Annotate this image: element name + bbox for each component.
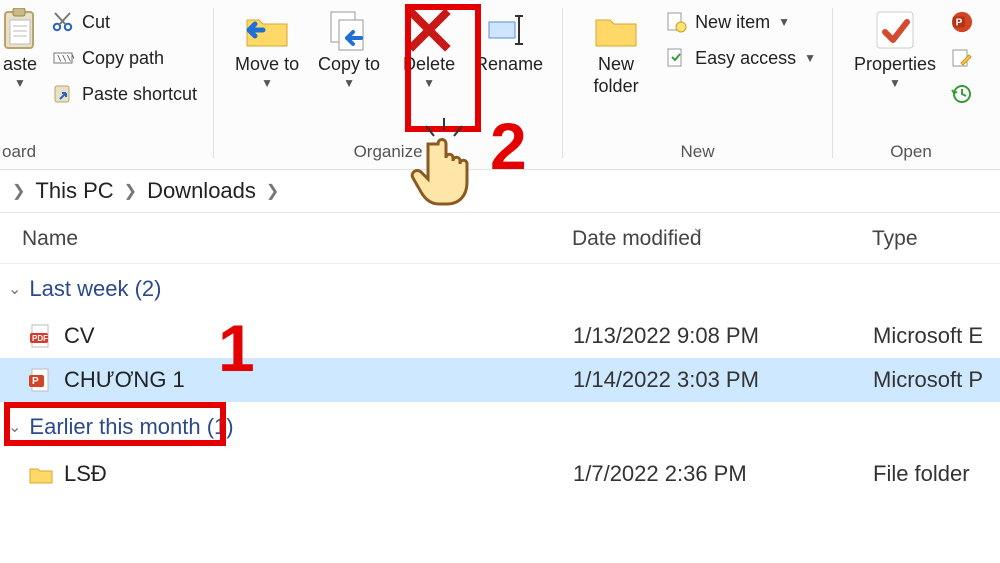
rename-label: Rename — [475, 54, 543, 76]
new-group-label: New — [575, 140, 820, 164]
col-name[interactable]: Name — [22, 227, 572, 251]
separator — [213, 8, 214, 158]
properties-button[interactable]: Properties ▼ — [845, 0, 945, 90]
svg-text:PDF: PDF — [32, 334, 48, 343]
copy-to-icon — [325, 6, 373, 54]
file-row[interactable]: LSĐ 1/7/2022 2:36 PM File folder — [0, 452, 1000, 496]
file-date: 1/13/2022 9:08 PM — [573, 323, 873, 349]
move-to-icon — [243, 6, 291, 54]
separator — [562, 8, 563, 158]
paste-shortcut-label: Paste shortcut — [82, 84, 197, 105]
properties-icon — [871, 6, 919, 54]
ribbon-group-organize: Move to ▼ Copy to ▼ Delete ▼ — [220, 0, 556, 169]
file-name: CHƯƠNG 1 — [64, 367, 185, 393]
pdf-icon: PDF — [28, 323, 54, 349]
file-row[interactable]: PDF CV 1/13/2022 9:08 PM Microsoft E — [0, 314, 1000, 358]
file-type: Microsoft E — [873, 323, 1000, 349]
crumb-downloads[interactable]: Downloads — [147, 178, 256, 204]
ppt-icon: P — [28, 367, 54, 393]
svg-text:\\\\..: \\\\.. — [57, 54, 74, 63]
svg-text:P: P — [32, 376, 39, 387]
folder-icon — [592, 6, 640, 54]
organize-group-label: Organize — [226, 140, 550, 164]
file-name: LSĐ — [64, 461, 107, 487]
folder-icon — [28, 461, 54, 487]
file-row[interactable]: P CHƯƠNG 1 1/14/2022 3:03 PM Microsoft P — [0, 358, 1000, 402]
paste-button[interactable]: aste ▼ — [0, 0, 40, 90]
file-date: 1/14/2022 3:03 PM — [573, 367, 873, 393]
chevron-down-icon: ⌄ — [8, 417, 21, 437]
chevron-down-icon: ▼ — [778, 15, 790, 29]
column-header: Name Date modified ⌄ Type — [0, 213, 1000, 264]
new-folder-button[interactable]: New folder — [575, 0, 657, 97]
group-label: Earlier this month (1) — [29, 414, 233, 440]
copy-to-button[interactable]: Copy to ▼ — [308, 0, 390, 90]
col-date[interactable]: Date modified ⌄ — [572, 227, 872, 251]
file-type: File folder — [873, 461, 1000, 487]
new-item-icon — [665, 11, 687, 33]
chevron-down-icon: ⌄ — [8, 279, 21, 299]
chevron-down-icon: ▼ — [804, 51, 816, 65]
file-date: 1/7/2022 2:36 PM — [573, 461, 873, 487]
chevron-right-icon: ❯ — [12, 181, 25, 201]
open-powerpoint-button[interactable]: P — [947, 6, 977, 38]
properties-label: Properties — [854, 54, 936, 76]
ribbon-group-clipboard: aste ▼ Cut \\\\.. Copy path — [0, 0, 207, 169]
group-earlier-month[interactable]: ⌄ Earlier this month (1) — [0, 402, 1000, 452]
delete-x-icon — [405, 6, 453, 54]
powerpoint-icon: P — [951, 11, 973, 33]
chevron-down-icon: ▼ — [423, 76, 435, 90]
easy-access-icon — [665, 47, 687, 69]
chevron-down-icon: ▼ — [889, 76, 901, 90]
paste-shortcut-button[interactable]: Paste shortcut — [48, 78, 201, 110]
easy-access-label: Easy access — [695, 48, 796, 69]
clipboard-icon — [0, 6, 44, 54]
col-type[interactable]: Type — [872, 227, 1000, 251]
chevron-down-icon: ▼ — [14, 76, 26, 90]
sort-indicator-icon: ⌄ — [692, 219, 704, 236]
breadcrumb[interactable]: ❯ This PC ❯ Downloads ❯ — [0, 170, 1000, 213]
group-label: Last week (2) — [29, 276, 161, 302]
ribbon: aste ▼ Cut \\\\.. Copy path — [0, 0, 1000, 170]
history-button[interactable] — [947, 78, 977, 110]
delete-label: Delete — [403, 54, 455, 76]
ribbon-group-new: New folder New item ▼ Easy access ▼ — [569, 0, 826, 169]
chevron-down-icon: ▼ — [343, 76, 355, 90]
delete-button[interactable]: Delete ▼ — [390, 0, 468, 90]
chevron-right-icon: ❯ — [124, 181, 137, 201]
new-item-button[interactable]: New item ▼ — [661, 6, 820, 38]
separator — [832, 8, 833, 158]
rename-button[interactable]: Rename — [468, 0, 550, 76]
chevron-down-icon: ▼ — [261, 76, 273, 90]
cut-label: Cut — [82, 12, 110, 33]
shortcut-icon — [52, 83, 74, 105]
file-type: Microsoft P — [873, 367, 1000, 393]
clipboard-group-label: oard — [0, 140, 201, 164]
crumb-this-pc[interactable]: This PC — [35, 178, 113, 204]
history-icon — [951, 83, 973, 105]
chevron-right-icon: ❯ — [266, 181, 279, 201]
rename-icon — [485, 6, 533, 54]
svg-text:P: P — [956, 18, 963, 29]
file-list: ⌄ Last week (2) PDF CV 1/13/2022 9:08 PM… — [0, 264, 1000, 496]
scissors-icon — [52, 11, 74, 33]
copy-path-button[interactable]: \\\\.. Copy path — [48, 42, 201, 74]
edit-icon — [951, 47, 973, 69]
move-to-button[interactable]: Move to ▼ — [226, 0, 308, 90]
cut-button[interactable]: Cut — [48, 6, 201, 38]
move-to-label: Move to — [235, 54, 299, 76]
easy-access-button[interactable]: Easy access ▼ — [661, 42, 820, 74]
path-icon: \\\\.. — [52, 47, 74, 69]
group-last-week[interactable]: ⌄ Last week (2) — [0, 264, 1000, 314]
file-name: CV — [64, 323, 95, 349]
copy-path-label: Copy path — [82, 48, 164, 69]
edit-button[interactable] — [947, 42, 977, 74]
new-folder-label: New folder — [579, 54, 653, 97]
new-item-label: New item — [695, 12, 770, 33]
open-group-label: Open — [845, 140, 977, 164]
paste-label: aste — [3, 54, 37, 76]
ribbon-group-open: Properties ▼ P — [839, 0, 983, 169]
copy-to-label: Copy to — [318, 54, 380, 76]
